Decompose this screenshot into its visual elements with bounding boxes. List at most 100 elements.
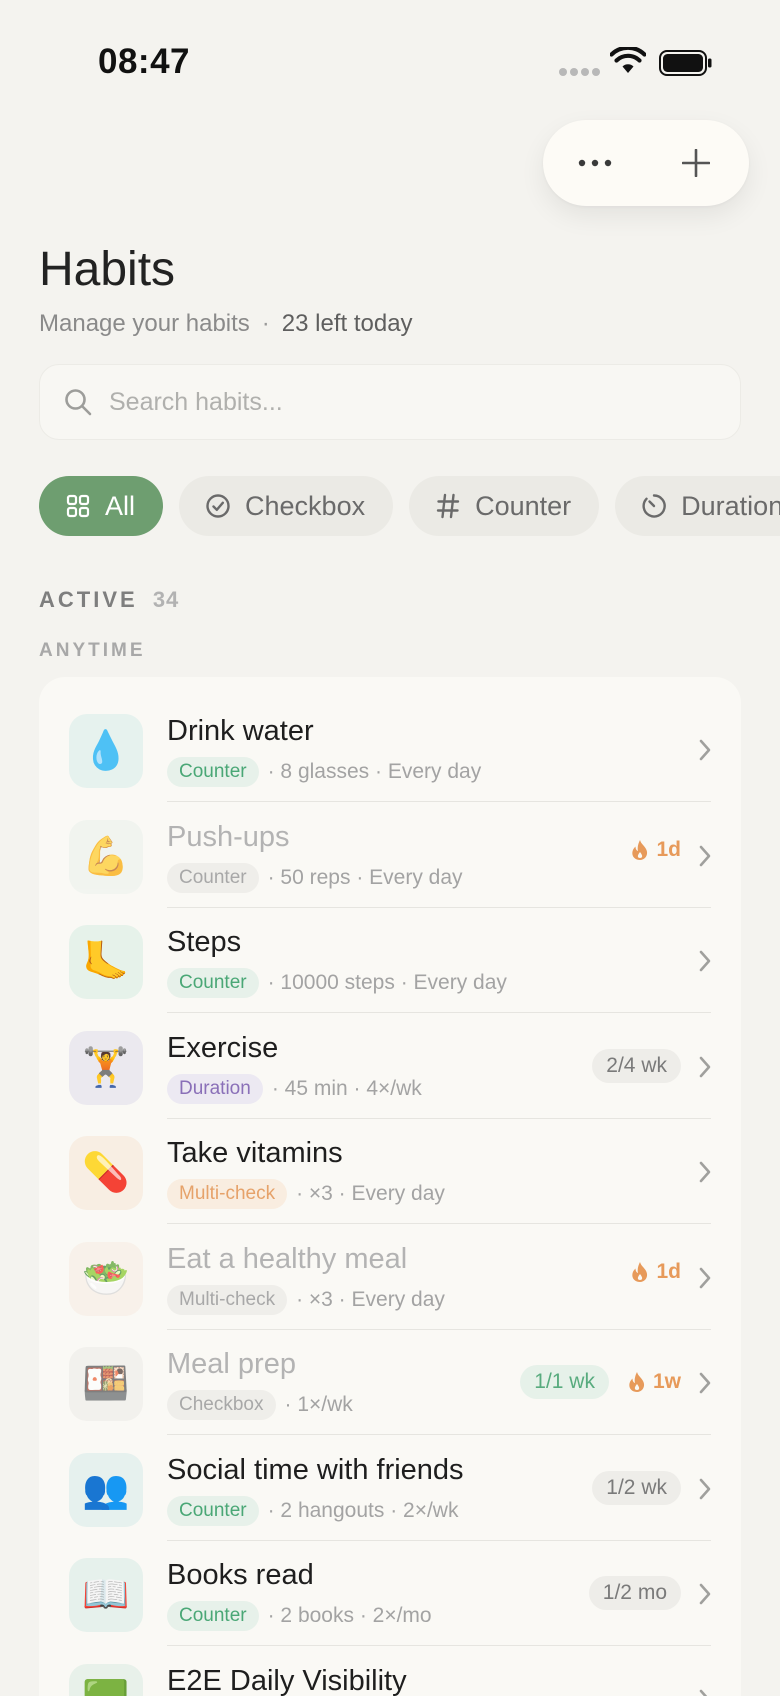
habit-name: Exercise <box>167 1031 279 1064</box>
habit-icon: 🏋️ <box>69 1030 143 1105</box>
habit-icon: 🥗 <box>69 1241 143 1316</box>
filter-chip-all[interactable]: All <box>39 476 164 536</box>
habit-status: 1d <box>630 838 681 862</box>
timer-icon <box>641 493 667 519</box>
habit-emoji: 🏋️ <box>82 1046 130 1089</box>
habit-row[interactable]: 🥗 Eat a healthy meal Multi-check · ×3 · Eve… <box>39 1225 741 1330</box>
habit-detail: · 8 glasses · Every day <box>267 760 482 783</box>
habit-icon: 💪 <box>69 819 143 894</box>
habit-row[interactable]: 🦶 Steps Counter · 10000 steps · Every day <box>39 908 741 1013</box>
habit-row[interactable]: 🏋️ Exercise Duration · 45 min · 4×/wk 2/4 wk <box>39 1014 741 1119</box>
habit-type-tag: Counter <box>167 1601 259 1631</box>
habit-status: 1d <box>630 1260 681 1284</box>
habit-row[interactable]: 💪 Push-ups Counter · 50 reps · Every day 1d <box>39 803 741 908</box>
habit-status: 1/2 mo <box>588 1576 681 1610</box>
left-today-count: 23 left today <box>281 310 413 337</box>
habit-detail: · 1×/wk <box>284 1393 353 1416</box>
chevron-right-icon <box>697 1477 713 1501</box>
habit-emoji: 🦶 <box>82 941 130 983</box>
habit-icon: 💊 <box>69 1136 143 1210</box>
habit-row[interactable]: 💊 Take vitamins Multi-check · ×3 · Every da… <box>39 1119 741 1224</box>
filter-chip-counter[interactable]: Counter <box>409 476 600 536</box>
group-header-anytime: ANYTIME <box>39 640 146 661</box>
search-box[interactable] <box>39 364 741 440</box>
habit-detail: · 10000 steps · Every day <box>267 971 507 994</box>
battery-icon <box>659 50 712 76</box>
habit-row[interactable]: 👥 Social time with friends Counter · 2 hang… <box>39 1436 741 1541</box>
wifi-icon <box>610 47 646 73</box>
separator-dot: · <box>261 310 270 337</box>
habit-type-tag: Checkbox <box>167 1390 276 1420</box>
habit-type-tag: Multi-check <box>167 1179 288 1209</box>
ellipsis-icon <box>578 159 612 167</box>
cellular-signal-icon <box>559 68 600 76</box>
habit-row[interactable]: 🟩 E2E Daily Visibility <box>39 1647 741 1696</box>
add-habit-button[interactable] <box>665 133 727 193</box>
section-count: 34 <box>152 587 180 612</box>
habit-meta: Duration · 45 min · 4×/wk <box>167 1073 422 1104</box>
progress-badge: 1/1 wk <box>520 1365 609 1399</box>
more-options-button[interactable] <box>565 133 625 193</box>
chevron-right-icon <box>697 844 713 868</box>
filter-chip-checkbox[interactable]: Checkbox <box>179 476 394 536</box>
habit-meta: Counter · 10000 steps · Every day <box>167 968 507 998</box>
habit-row[interactable]: 🍱 Meal prep Checkbox · 1×/wk 1/1 wk 1w <box>39 1330 741 1435</box>
chevron-right-icon <box>697 1371 713 1395</box>
habit-meta: Counter · 2 books · 2×/mo <box>167 1601 432 1631</box>
flame-icon <box>630 839 656 861</box>
filter-chip-duration[interactable]: Duration <box>615 476 780 536</box>
habit-detail: · 50 reps · Every day <box>267 865 463 889</box>
search-icon <box>65 389 92 416</box>
header-actions <box>543 120 749 206</box>
chevron-right-icon <box>697 738 713 762</box>
plus-icon <box>682 149 710 177</box>
search-input[interactable] <box>109 387 669 417</box>
habit-type-tag: Duration <box>167 1073 263 1104</box>
progress-badge: 1/2 wk <box>592 1470 681 1505</box>
habit-row[interactable]: 💧 Drink water Counter · 8 glasses · Every d… <box>39 697 741 802</box>
habit-name: Meal prep <box>167 1348 296 1380</box>
progress-badge: 1/2 mo <box>588 1576 681 1610</box>
habit-name: E2E Daily Visibility <box>167 1664 407 1696</box>
habit-detail: · ×3 · Every day <box>296 1287 445 1311</box>
habit-row[interactable]: 📖 Books read Counter · 2 books · 2×/mo 1/2 m… <box>39 1541 741 1646</box>
filter-chip-label: All <box>105 490 136 521</box>
filter-chip-label: Checkbox <box>245 490 366 521</box>
habit-type-tag: Multi-check <box>167 1284 288 1315</box>
habit-icon: 📖 <box>69 1558 143 1632</box>
habit-meta: Counter · 2 hangouts · 2×/wk <box>167 1495 458 1526</box>
hash-icon <box>435 493 461 519</box>
flame-icon <box>630 1261 656 1283</box>
habit-meta: Checkbox · 1×/wk <box>167 1390 353 1420</box>
habit-emoji: 🟩 <box>82 1679 129 1696</box>
status-bar: 08:47 <box>0 0 780 120</box>
streak-value: 1w <box>652 1370 681 1393</box>
check-circle-icon <box>205 493 231 519</box>
page-title: Habits <box>39 243 176 296</box>
habit-detail: · ×3 · Every day <box>296 1182 445 1205</box>
chevron-right-icon <box>697 1582 713 1606</box>
chevron-right-icon <box>697 949 713 973</box>
streak-indicator: 1d <box>630 838 681 862</box>
habit-detail: · 2 books · 2×/mo <box>267 1604 432 1627</box>
habit-status: 1/2 wk <box>592 1470 681 1505</box>
habit-name: Push-ups <box>167 820 290 853</box>
habit-emoji: 👥 <box>82 1468 130 1511</box>
habit-emoji: 💊 <box>82 1152 130 1194</box>
habit-meta: Multi-check · ×3 · Every day <box>167 1284 445 1315</box>
habit-type-tag: Counter <box>167 862 259 893</box>
habit-name: Books read <box>167 1559 314 1591</box>
habit-type-tag: Counter <box>167 1495 259 1526</box>
page-subtitle: Manage your habits · 23 left today <box>39 310 413 338</box>
flame-icon <box>627 1371 653 1393</box>
habit-emoji: 🥗 <box>82 1257 130 1300</box>
habit-meta: Multi-check · ×3 · Every day <box>167 1179 445 1209</box>
habit-detail: · 45 min · 4×/wk <box>271 1076 422 1100</box>
habit-name: Drink water <box>167 715 314 747</box>
habit-icon: 👥 <box>69 1452 143 1527</box>
streak-indicator: 1d <box>630 1260 681 1284</box>
streak-value: 1d <box>656 837 681 861</box>
chevron-right-icon <box>697 1160 713 1184</box>
status-time: 08:47 <box>98 42 191 81</box>
habit-icon: 🦶 <box>69 925 143 999</box>
